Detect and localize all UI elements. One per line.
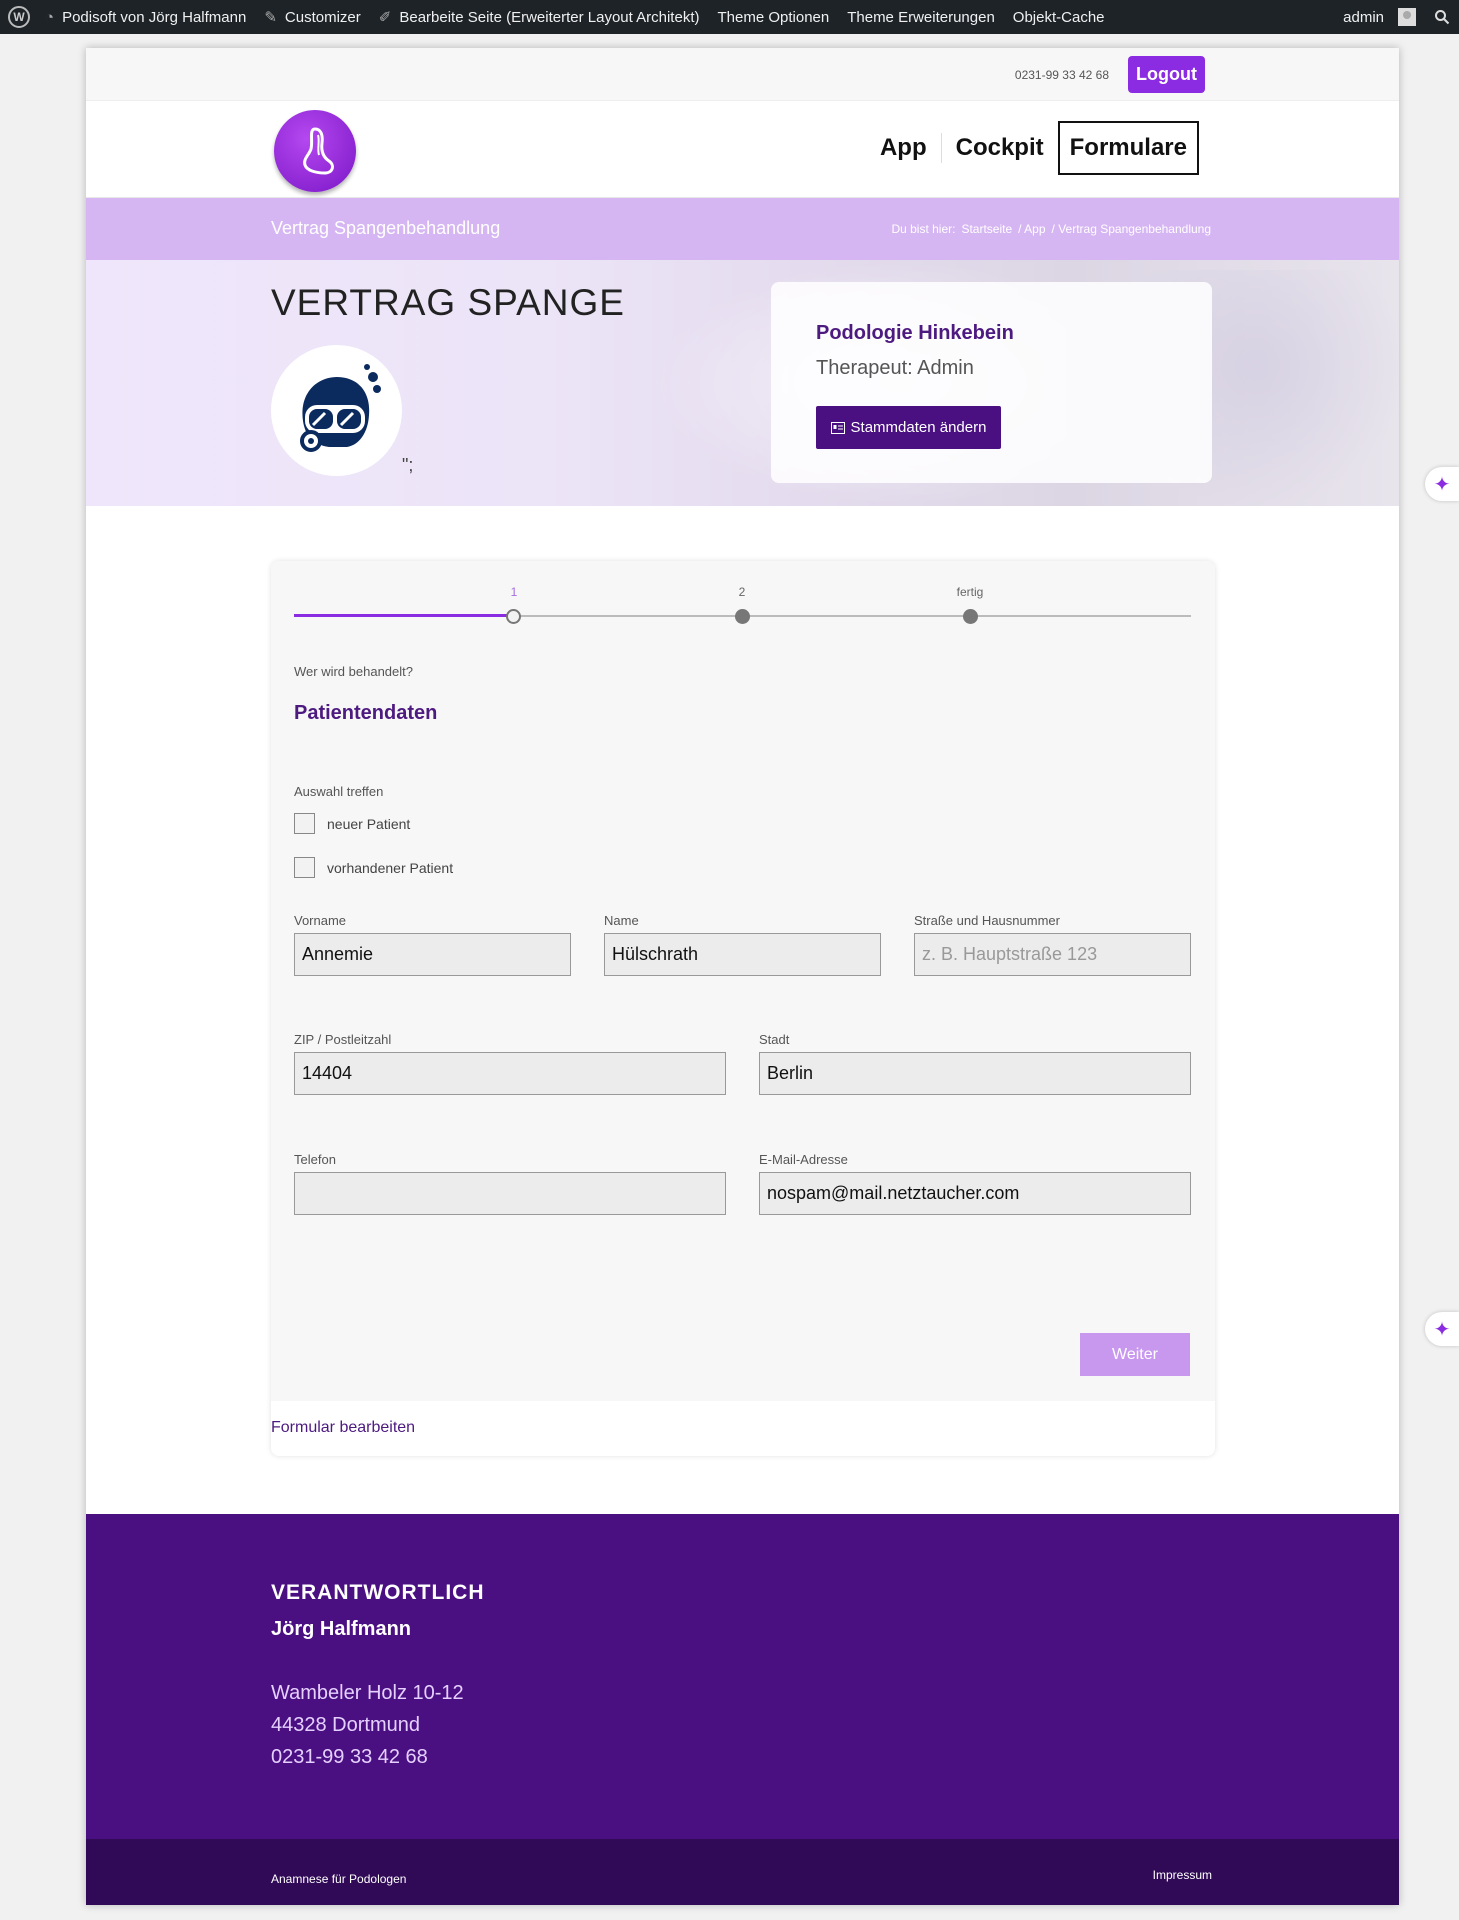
main-nav: App Cockpit Formulare	[866, 121, 1199, 175]
brush-icon: ✎	[264, 9, 277, 26]
label-street: Straße und Hausnummer	[914, 913, 1060, 928]
form-container: 1 2 fertig Wer wird behandelt? Patienten…	[271, 561, 1215, 1456]
footer-address-street: Wambeler Holz 10-12	[271, 1682, 464, 1704]
adminbar-username: admin	[1343, 8, 1384, 26]
section-subtitle: Wer wird behandelt?	[294, 664, 413, 679]
page-frame: 0231-99 33 42 68 Logout App Cockpit Form…	[86, 48, 1399, 1905]
user-avatar	[271, 345, 402, 476]
city-input[interactable]	[759, 1052, 1191, 1095]
id-card-icon	[830, 421, 845, 434]
adminbar-item-label: Objekt-Cache	[1012, 8, 1105, 26]
adminbar-item-theme-options[interactable]: Theme Optionen	[708, 0, 838, 34]
adminbar-item-label: Podisoft von Jörg Halfmann	[62, 8, 247, 26]
adminbar-item-site[interactable]: ◔ Podisoft von Jörg Halfmann	[36, 0, 255, 34]
practice-name: Podologie Hinkebein	[816, 322, 1014, 344]
sparkle-icon[interactable]: ✦	[1425, 467, 1459, 501]
site-header: App Cockpit Formulare	[86, 101, 1399, 198]
adminbar-user[interactable]: admin	[1334, 0, 1425, 34]
label-email: E-Mail-Adresse	[759, 1152, 848, 1167]
therapist-label: Therapeut: Admin	[816, 357, 974, 379]
label-name: Name	[604, 913, 639, 928]
edit-master-data-label: Stammdaten ändern	[850, 419, 987, 436]
dashboard-icon: ◔	[45, 8, 55, 26]
edit-master-data-button[interactable]: Stammdaten ändern	[816, 406, 1001, 449]
checkbox[interactable]	[294, 857, 315, 878]
stray-text: ";	[402, 455, 414, 475]
header-phone: 0231-99 33 42 68	[1014, 68, 1109, 82]
step-progress: 1 2 fertig	[294, 585, 1191, 625]
footer-heading: VERANTWORTLICH	[271, 1581, 485, 1604]
step-label-1: 1	[510, 585, 518, 599]
breadcrumb-item-app[interactable]: / App	[1018, 222, 1045, 236]
adminbar-item-customizer[interactable]: ✎ Customizer	[255, 0, 369, 34]
footer-name: Jörg Halfmann	[271, 1618, 412, 1640]
label-zip: ZIP / Postleitzahl	[294, 1032, 392, 1047]
main-content: 1 2 fertig Wer wird behandelt? Patienten…	[86, 506, 1399, 1514]
phone-input[interactable]	[294, 1172, 726, 1215]
edit-form-link[interactable]: Formular bearbeiten	[271, 1419, 415, 1437]
zip-input[interactable]	[294, 1052, 726, 1095]
diver-mask-icon	[299, 363, 381, 452]
next-button[interactable]: Weiter	[1080, 1333, 1190, 1376]
step-label-done: fertig	[956, 585, 984, 599]
adminbar-item-label: Theme Erweiterungen	[847, 8, 995, 26]
wordpress-logo-icon[interactable]: W	[8, 6, 30, 28]
user-avatar-icon	[1398, 8, 1416, 26]
choice-existing-patient[interactable]: vorhandener Patient	[294, 857, 453, 878]
adminbar-item-theme-extensions[interactable]: Theme Erweiterungen	[838, 0, 1004, 34]
choice-label-existing: vorhandener Patient	[327, 859, 454, 876]
pencil-icon: ✐	[378, 9, 392, 26]
footer-tagline: Anamnese für Podologen	[271, 1872, 407, 1886]
step-dot-1[interactable]	[506, 609, 521, 624]
site-logo[interactable]	[274, 110, 356, 192]
step-dot-done[interactable]	[963, 609, 978, 624]
footer-address-city: 44328 Dortmund	[271, 1714, 420, 1736]
adminbar-item-edit-page[interactable]: ✐ Bearbeite Seite (Erweiterter Layout Ar…	[370, 0, 709, 34]
choice-new-patient[interactable]: neuer Patient	[294, 813, 410, 834]
choice-label: Auswahl treffen	[294, 784, 384, 799]
nav-item-formulare[interactable]: Formulare	[1057, 121, 1199, 175]
step-label-2: 2	[738, 585, 746, 599]
breadcrumb-item-current: / Vertrag Spangenbehandlung	[1051, 222, 1211, 236]
step-dot-2[interactable]	[735, 609, 750, 624]
nav-item-cockpit[interactable]: Cockpit	[942, 121, 1058, 175]
name-input[interactable]	[604, 933, 881, 976]
label-vorname: Vorname	[294, 913, 347, 928]
nav-item-app[interactable]: App	[866, 121, 941, 175]
title-bar: Vertrag Spangenbehandlung Du bist hier: …	[86, 198, 1399, 260]
adminbar-item-label: Bearbeite Seite (Erweiterter Layout Arch…	[399, 8, 700, 26]
email-input[interactable]	[759, 1172, 1191, 1215]
hero-section: VERTRAG SPANGE "; Podologie Hinkebein Th…	[86, 260, 1399, 506]
site-footer: VERANTWORTLICH Jörg Halfmann Wambeler Ho…	[86, 1514, 1399, 1839]
form-body: 1 2 fertig Wer wird behandelt? Patienten…	[271, 561, 1215, 1401]
choice-label-new: neuer Patient	[327, 815, 411, 832]
label-city: Stadt	[759, 1032, 790, 1047]
practice-card: Podologie Hinkebein Therapeut: Admin Sta…	[771, 282, 1212, 483]
section-title: Patientendaten	[294, 702, 438, 724]
adminbar-item-label: Customizer	[284, 8, 361, 26]
checkbox[interactable]	[294, 813, 315, 834]
footer-phone: 0231-99 33 42 68	[271, 1746, 428, 1768]
hero-heading: VERTRAG SPANGE	[271, 282, 625, 323]
label-phone: Telefon	[294, 1152, 336, 1167]
street-input[interactable]	[914, 933, 1191, 976]
adminbar-item-object-cache[interactable]: Objekt-Cache	[1004, 0, 1114, 34]
sparkle-icon[interactable]: ✦	[1425, 1312, 1459, 1346]
adminbar-item-label: Theme Optionen	[717, 8, 830, 26]
search-icon[interactable]	[1425, 0, 1459, 34]
foot-icon	[303, 127, 334, 175]
breadcrumb-item-home[interactable]: Startseite	[961, 222, 1012, 236]
top-info-bar: 0231-99 33 42 68 Logout	[86, 48, 1399, 101]
vorname-input[interactable]	[294, 933, 571, 976]
admin-bar: W ◔ Podisoft von Jörg Halfmann ✎ Customi…	[0, 0, 1459, 34]
breadcrumb-prefix: Du bist hier:	[891, 222, 956, 236]
sub-footer: Anamnese für Podologen Impressum	[86, 1839, 1399, 1905]
impressum-link[interactable]: Impressum	[1153, 1868, 1212, 1882]
breadcrumb: Du bist hier: Startseite / App / Vertrag…	[891, 222, 1211, 236]
progress-fill	[294, 614, 514, 617]
page-title: Vertrag Spangenbehandlung	[271, 218, 501, 238]
logout-button[interactable]: Logout	[1128, 56, 1205, 93]
